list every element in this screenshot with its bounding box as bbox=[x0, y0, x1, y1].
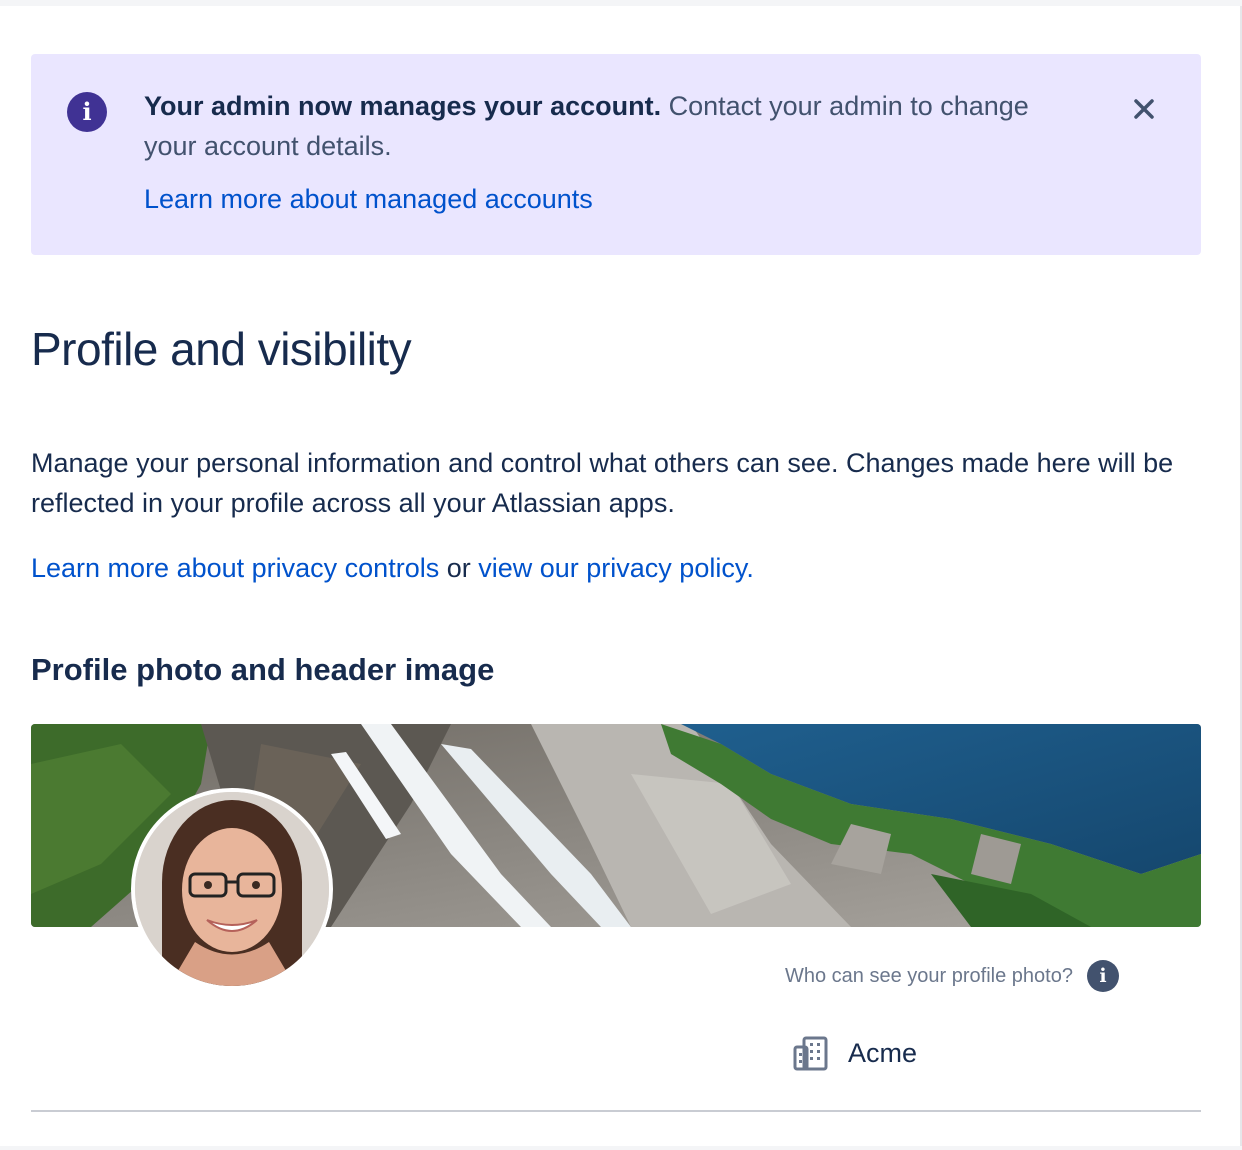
photo-visibility-row: Who can see your profile photo? i bbox=[785, 959, 1119, 993]
privacy-links: Learn more about privacy controls or vie… bbox=[31, 546, 754, 590]
managed-accounts-link[interactable]: Learn more about managed accounts bbox=[144, 184, 593, 215]
visibility-audience-selector[interactable]: Acme bbox=[792, 1032, 917, 1074]
profile-photo bbox=[135, 792, 329, 986]
section-heading: Profile photo and header image bbox=[31, 652, 495, 687]
visibility-question: Who can see your profile photo? bbox=[785, 964, 1073, 987]
page-title: Profile and visibility bbox=[31, 323, 412, 375]
privacy-controls-link[interactable]: Learn more about privacy controls bbox=[31, 553, 439, 583]
info-icon[interactable]: i bbox=[1086, 960, 1119, 992]
privacy-policy-link[interactable]: view our privacy policy. bbox=[478, 553, 754, 583]
info-icon: i bbox=[67, 92, 107, 132]
profile-card: i Your admin now manages your account. C… bbox=[0, 6, 1242, 1146]
banner-bold-text: Your admin now manages your account. bbox=[144, 91, 662, 121]
banner-message: Your admin now manages your account. Con… bbox=[144, 86, 1044, 166]
office-building-icon bbox=[793, 1036, 828, 1071]
section-divider bbox=[31, 1110, 1201, 1112]
or-text: or bbox=[439, 553, 479, 583]
audience-name: Acme bbox=[848, 1037, 918, 1068]
managed-account-banner: i Your admin now manages your account. C… bbox=[31, 54, 1201, 255]
close-icon bbox=[1134, 99, 1154, 119]
close-banner-button[interactable] bbox=[1131, 96, 1157, 122]
profile-photo-avatar[interactable] bbox=[131, 788, 333, 990]
page-description: Manage your personal information and con… bbox=[31, 448, 1174, 518]
